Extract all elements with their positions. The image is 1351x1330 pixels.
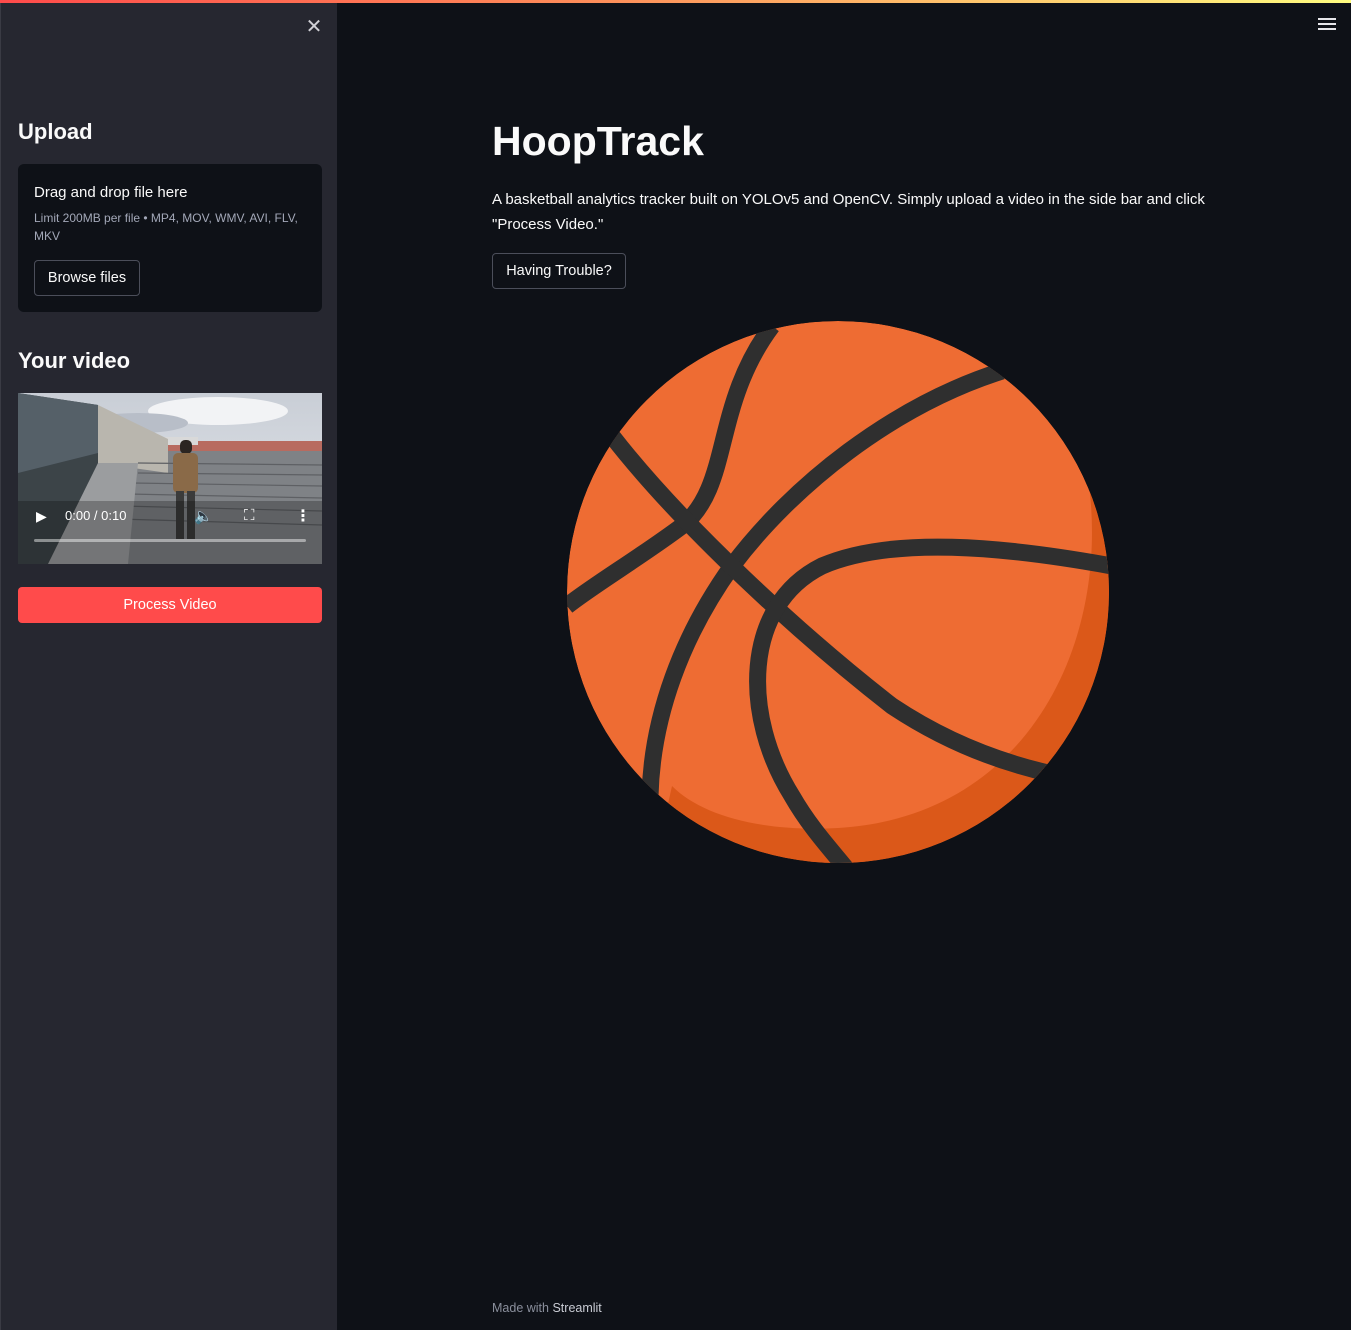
dropzone-limit-text: Limit 200MB per file • MP4, MOV, WMV, AV… <box>34 211 298 243</box>
close-icon[interactable]: ✕ <box>303 16 325 38</box>
your-video-heading: Your video <box>18 348 131 373</box>
process-video-button[interactable]: Process Video <box>18 587 322 623</box>
footer-made-with: Made with <box>492 1301 549 1315</box>
basketball-image <box>567 321 1109 863</box>
streamlit-link[interactable]: Streamlit <box>552 1301 601 1315</box>
more-options-icon[interactable]: ⋮ <box>295 506 311 526</box>
hamburger-menu-icon[interactable] <box>1318 18 1336 34</box>
having-trouble-button[interactable]: Having Trouble? <box>492 253 626 289</box>
file-dropzone[interactable]: Drag and drop file here Limit 200MB per … <box>18 164 322 312</box>
fullscreen-icon[interactable]: ⛶ <box>244 507 255 524</box>
page-description: A basketball analytics tracker built on … <box>492 191 1205 233</box>
browse-files-button[interactable]: Browse files <box>34 260 140 296</box>
volume-icon[interactable]: 🔈 <box>194 507 213 525</box>
video-progress-bar[interactable] <box>34 539 306 542</box>
footer: Made with Streamlit <box>492 1301 602 1315</box>
top-decoration-bar <box>0 0 1351 3</box>
dropzone-title: Drag and drop file here <box>34 184 188 201</box>
video-player[interactable]: ▶ 0:00 / 0:10 🔈 ⛶ ⋮ <box>18 393 322 564</box>
play-icon[interactable]: ▶ <box>36 508 47 525</box>
video-time: 0:00 / 0:10 <box>65 508 127 523</box>
upload-heading: Upload <box>18 119 93 144</box>
page-title: HoopTrack <box>492 118 704 164</box>
sidebar: ✕ Upload Drag and drop file here Limit 2… <box>0 0 337 1330</box>
